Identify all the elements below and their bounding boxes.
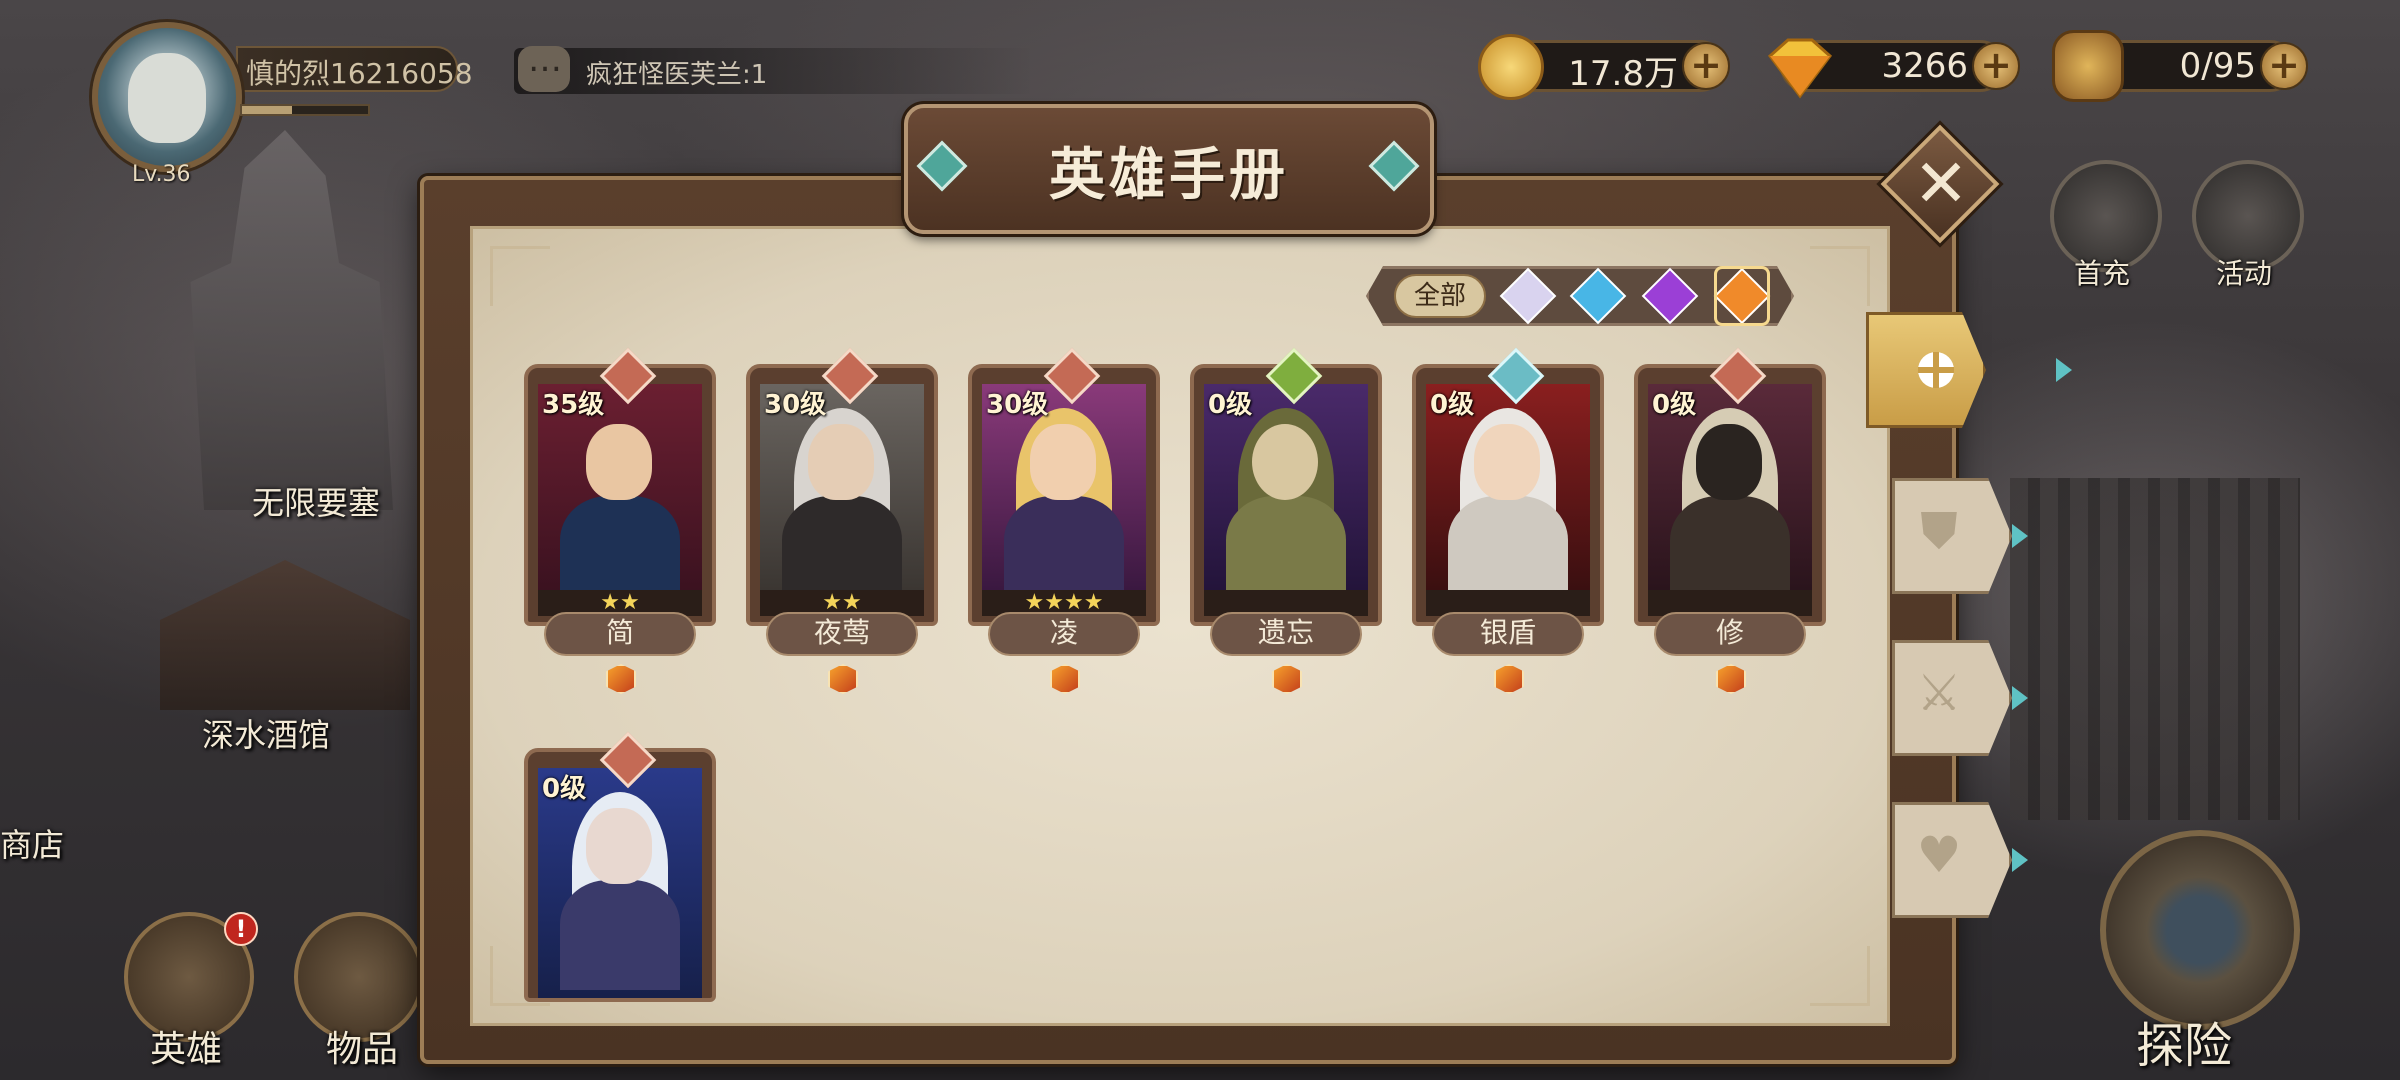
items-nav-label[interactable]: 物品 — [326, 1020, 398, 1072]
hero-name: 夜莺 — [766, 612, 918, 656]
hero-level: 30级 — [986, 390, 1049, 420]
location-shop-label[interactable]: 商店 — [0, 820, 64, 866]
modal-title: 英雄手册 — [1049, 143, 1289, 208]
rarity-gem-icon — [828, 664, 858, 694]
filter-all-button[interactable]: 全部 — [1394, 274, 1486, 318]
add-stamina-button[interactable]: + — [2260, 42, 2308, 90]
gold-amount: 17.8万 — [1568, 54, 1678, 94]
hero-portrait-head — [1696, 424, 1762, 500]
paper-corner-ornament — [1810, 946, 1870, 1006]
chat-bubble-icon[interactable] — [518, 40, 570, 92]
hero-portrait-head — [586, 808, 652, 884]
hero-level: 30级 — [764, 390, 827, 420]
heroes-nav-label[interactable]: 英雄 — [150, 1020, 222, 1072]
hero-card[interactable]: 0级 — [524, 731, 716, 1002]
hero-card[interactable]: 0级 银盾 — [1412, 347, 1604, 694]
hero-level: 0级 — [1430, 390, 1475, 420]
hero-name: 银盾 — [1432, 612, 1584, 656]
player-name: 慎的烈16216058 — [246, 57, 473, 90]
chat-message[interactable]: 疯狂怪医芙兰:1 — [586, 54, 767, 91]
rarity-gem-icon — [1716, 664, 1746, 694]
hero-level: 35级 — [542, 390, 605, 420]
tab-pointer-icon — [2012, 524, 2028, 548]
location-tavern-label[interactable]: 深水酒馆 — [202, 710, 330, 756]
rarity-gem-icon — [1272, 664, 1302, 694]
hero-card[interactable]: 0级 修 — [1634, 347, 1826, 694]
tab-pointer-icon — [2012, 686, 2028, 710]
hero-portrait-head — [808, 424, 874, 500]
add-gold-button[interactable]: + — [1682, 42, 1730, 90]
rarity-gem-icon — [1494, 664, 1524, 694]
hero-card[interactable]: 0级 遗忘 — [1190, 347, 1382, 694]
explore-label[interactable]: 探险 — [2136, 1006, 2232, 1076]
hero-card[interactable]: 35级 ★★ 简 — [524, 347, 716, 694]
heart-icon: ♥ — [1916, 826, 1962, 884]
hero-portrait-head — [1252, 424, 1318, 500]
diamond-amount: 3266 — [1881, 46, 1968, 86]
rarity-gem-icon — [606, 664, 636, 694]
add-diamond-button[interactable]: + — [1972, 42, 2020, 90]
hero-level: 0级 — [1652, 390, 1697, 420]
sword-icon: ⚔ — [1916, 664, 1962, 722]
hero-card[interactable]: 30级 ★★ 夜莺 — [746, 347, 938, 694]
tab-pointer-icon — [2012, 848, 2028, 872]
hero-portrait-body — [1448, 496, 1568, 590]
player-avatar[interactable] — [92, 22, 242, 172]
gold-coin-icon — [1478, 34, 1544, 100]
tab-pointer-icon — [2056, 358, 2072, 382]
location-fortress-label[interactable]: 无限要塞 — [252, 478, 380, 524]
hero-portrait-body — [1670, 496, 1790, 590]
hero-card[interactable]: 30级 ★★★★ 凌 — [968, 347, 1160, 694]
hero-portrait-body — [1004, 496, 1124, 590]
heroes-notification-badge: ! — [224, 912, 258, 946]
diamond-icon — [1767, 38, 1833, 99]
close-icon[interactable]: ✕ — [1906, 146, 1976, 222]
player-xp-bar — [240, 104, 370, 116]
player-xp-fill — [242, 106, 293, 114]
hero-portrait-body — [782, 496, 902, 590]
first-recharge-label[interactable]: 首充 — [2074, 252, 2130, 292]
hero-portrait-head — [1474, 424, 1540, 500]
stamina-amount: 0/95 — [2179, 46, 2256, 86]
grid-icon — [1918, 352, 1954, 388]
hero-name: 凌 — [988, 612, 1140, 656]
paper-corner-ornament — [490, 246, 550, 306]
explore-button[interactable] — [2100, 830, 2300, 1030]
hero-portrait-head — [586, 424, 652, 500]
hero-level: 0级 — [542, 774, 587, 804]
hero-portrait-head — [1030, 424, 1096, 500]
hero-portrait-body — [560, 496, 680, 590]
shield-icon: ⛊ — [1920, 502, 1958, 560]
hero-name: 修 — [1654, 612, 1806, 656]
player-level: Lv.36 — [132, 162, 191, 187]
avatar-portrait — [128, 53, 206, 143]
filter-selected-indicator — [1714, 266, 1770, 326]
hero-name: 简 — [544, 612, 696, 656]
events-label[interactable]: 活动 — [2216, 252, 2272, 292]
stamina-food-icon — [2052, 30, 2124, 102]
hero-portrait-body — [560, 880, 680, 990]
colosseum-building — [2010, 478, 2300, 820]
hero-portrait-body — [1226, 496, 1346, 590]
paper-corner-ornament — [1810, 246, 1870, 306]
hero-level: 0级 — [1208, 390, 1253, 420]
rarity-gem-icon — [1050, 664, 1080, 694]
hero-name: 遗忘 — [1210, 612, 1362, 656]
